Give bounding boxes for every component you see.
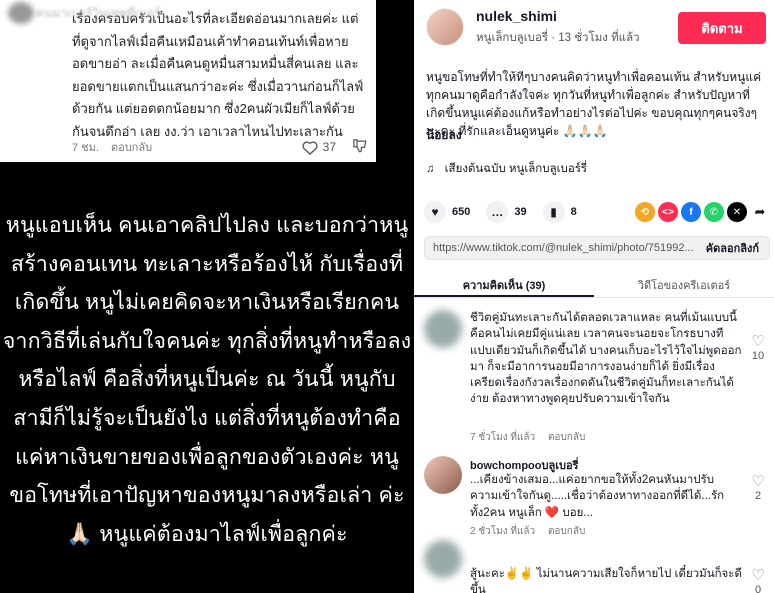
thumbs-down-icon xyxy=(352,138,367,156)
blurred-avatar xyxy=(424,540,462,578)
comment-time: 2 ชั่วโมง ที่แล้ว xyxy=(470,526,536,537)
link-url[interactable]: https://www.tiktok.com/@nulek_shimi/phot… xyxy=(433,242,694,254)
story-text: หนูแอบเห็น คนเอาคลิปไปลง และบอกว่าหนูสร้… xyxy=(2,213,412,546)
tiktok-detail-panel: nulek_shimi หนูเล็กบลูเบอรี่ · 13 ชั่วโม… xyxy=(414,0,774,593)
action-bar: ♥ 650 … 39 ▮ 8 ⟲ <> f ✆ ✕ ➦ xyxy=(424,200,770,224)
comment-like[interactable]: ♡ 0 xyxy=(748,568,768,593)
comment-meta: 7 ชั่วโมง ที่แล้ว ตอบกลับ xyxy=(470,430,585,445)
card-reply-link: ตอบกลับ xyxy=(110,142,153,154)
comment-like[interactable]: ♡ 10 xyxy=(748,333,768,363)
save-action[interactable]: ▮ 8 xyxy=(542,201,577,223)
comment-item: bowchompooบลูเบอรี่ ...เคียงข้างเสมอ...แ… xyxy=(424,456,770,538)
blurred-avatar xyxy=(424,310,462,348)
embed-icon[interactable]: <> xyxy=(658,202,678,222)
save-count: 8 xyxy=(570,206,577,218)
blurred-avatar xyxy=(8,2,34,24)
comment-text: ...เคียงข้างเสมอ...แค่อยากขอให้ทั้ง2คนหั… xyxy=(470,474,725,519)
comment-item: สู้นะคะ✌️✌️ ไม่นานความเสียใจก็หายไป เดี๋… xyxy=(424,540,770,593)
author-row: nulek_shimi หนูเล็กบลูเบอรี่ · 13 ชั่วโม… xyxy=(426,6,772,50)
author-avatar[interactable] xyxy=(426,8,464,46)
music-row[interactable]: ♫ เสียงต้นฉบับ หนูเล็กบลูเบอร์รี่ xyxy=(426,160,587,178)
card-meta-row: 7 ชม. ตอบกลับ 37 xyxy=(72,138,367,156)
heart-outline-icon xyxy=(302,140,318,155)
x-icon[interactable]: ✕ xyxy=(727,202,747,222)
heart-outline-icon: ♡ xyxy=(751,333,765,350)
comment-action[interactable]: … 39 xyxy=(486,201,527,223)
music-title: เสียงต้นฉบับ หนูเล็กบลูเบอร์รี่ xyxy=(444,163,588,175)
share-arrow-icon[interactable]: ➦ xyxy=(750,202,770,222)
link-box: https://www.tiktok.com/@nulek_shimi/phot… xyxy=(424,236,770,260)
commenter-avatar[interactable] xyxy=(424,456,462,494)
music-note-icon: ♫ xyxy=(426,163,435,175)
tab-creator-videos[interactable]: วิดีโอของครีเอเตอร์ xyxy=(594,272,774,297)
like-count: 650 xyxy=(452,206,471,218)
card-like-number: 37 xyxy=(322,140,336,154)
card-comment-text: เรื่องครอบครัวเป็นอะไรที่ละเอียดอ่อนมากเ… xyxy=(72,11,364,139)
show-less-link[interactable]: น้อยลง xyxy=(426,126,462,145)
comment-tabs: ความคิดเห็น (39) วิดีโอของครีเอเตอร์ xyxy=(414,272,774,298)
comment-like-count: 2 xyxy=(754,490,762,502)
bookmark-icon: ▮ xyxy=(542,201,565,223)
heart-icon: ♥ xyxy=(424,201,446,223)
post-caption: หนูขอโทษที่ทำให้ทีๆบางคนคิดว่าหนูทำเพื่อ… xyxy=(426,70,762,138)
comment-like-count: 10 xyxy=(751,350,765,362)
comment-icon: … xyxy=(486,201,509,223)
share-icons: ⟲ <> f ✆ ✕ ➦ xyxy=(635,202,770,222)
comment-count: 39 xyxy=(514,206,527,218)
story-image: คนมาเบอร์วินเทพที่เบอร์ เรื่องครอบครัวเป… xyxy=(0,0,414,593)
repost-icon[interactable]: ⟲ xyxy=(635,202,655,222)
tab-comments[interactable]: ความคิดเห็น (39) xyxy=(414,272,594,297)
card-time: 7 ชม. xyxy=(72,142,99,154)
like-action[interactable]: ♥ 650 xyxy=(424,201,470,223)
author-subtitle: หนูเล็กบลูเบอรี่ · 13 ชั่วโมง ที่แล้ว xyxy=(476,32,640,44)
copy-link-button[interactable]: คัดลอกลิงก์ xyxy=(696,239,769,257)
blurred-username: คนมาเบอร์วินเทพที่เบอร์ xyxy=(36,6,161,20)
heart-outline-icon: ♡ xyxy=(751,473,765,490)
follow-button[interactable]: ติดตาม xyxy=(678,12,766,44)
comment-meta: 2 ชั่วโมง ที่แล้ว ตอบกลับ xyxy=(470,524,585,539)
comment-text: ชีวิตคู่มันทะเลาะกันได้ตลอดเวลาแหละ คนที… xyxy=(470,312,742,406)
whatsapp-icon[interactable]: ✆ xyxy=(704,202,724,222)
author-name[interactable]: nulek_shimi xyxy=(476,8,557,24)
comment-item: ชีวิตคู่มันทะเลาะกันได้ตลอดเวลาแหละ คนที… xyxy=(424,310,770,450)
comment-like[interactable]: ♡ 2 xyxy=(748,473,768,503)
reply-link[interactable]: ตอบกลับ xyxy=(548,526,585,537)
reply-link[interactable]: ตอบกลับ xyxy=(548,432,585,443)
comment-time: 7 ชั่วโมง ที่แล้ว xyxy=(470,432,536,443)
card-like-count: 37 xyxy=(302,140,336,155)
comment-text: สู้นะคะ✌️✌️ ไม่นานความเสียใจก็หายไป เดี๋… xyxy=(470,568,742,593)
facebook-icon[interactable]: f xyxy=(681,202,701,222)
comment-like-count: 0 xyxy=(754,584,762,593)
heart-outline-icon: ♡ xyxy=(751,567,765,584)
